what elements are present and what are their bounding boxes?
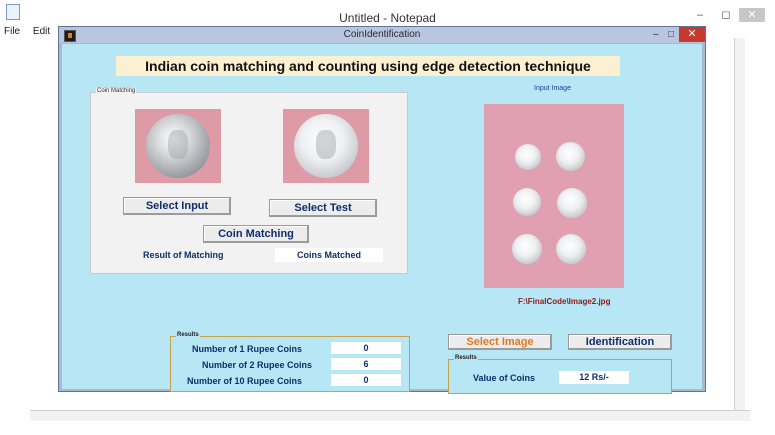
coin-5 — [512, 234, 542, 264]
select-input-button[interactable]: Select Input — [123, 197, 231, 215]
notepad-close-button[interactable]: ✕ — [739, 8, 765, 22]
notepad-vertical-scrollbar[interactable] — [734, 38, 745, 410]
value-of-coins-label: Value of Coins — [473, 373, 536, 383]
notepad-minimize-button[interactable]: – — [687, 8, 713, 22]
page-title: Indian coin matching and counting using … — [116, 56, 620, 76]
coin-1 — [515, 144, 541, 170]
figure-title: CoinIdentification — [343, 29, 421, 40]
input-coin-image — [135, 109, 221, 183]
notepad-title: Untitled - Notepad — [339, 11, 436, 25]
coin-4 — [557, 188, 587, 218]
input-image-path: F:\FinalCode\Image2.jpg — [518, 297, 611, 306]
coin-matching-button[interactable]: Coin Matching — [203, 225, 309, 243]
results-legend: Results — [176, 332, 200, 338]
notepad-maximize-button[interactable]: ◻ — [713, 8, 739, 22]
notepad-menu-bar: File Edit — [4, 26, 60, 37]
input-coin — [146, 114, 210, 178]
notepad-title-bar: Untitled - Notepad – ◻ ✕ — [0, 0, 775, 25]
coin-emblem-icon — [168, 130, 188, 159]
value-of-coins-value: 12 Rs/- — [559, 371, 629, 384]
one-rupee-label: Number of 1 Rupee Coins — [192, 344, 303, 354]
two-rupee-count: 6 — [331, 358, 401, 370]
select-test-button[interactable]: Select Test — [269, 199, 377, 217]
input-image — [484, 104, 624, 288]
ten-rupee-label: Number of 10 Rupee Coins — [187, 376, 303, 386]
select-image-button[interactable]: Select Image — [448, 334, 552, 350]
figure-canvas: Indian coin matching and counting using … — [62, 44, 702, 394]
test-coin-image — [283, 109, 369, 183]
coin-matching-legend: Coin Matching — [96, 88, 137, 94]
figure-minimize-button[interactable]: – — [653, 29, 659, 40]
result-of-matching-label: Result of Matching — [143, 250, 224, 260]
figure-title-bar: CoinIdentification – □ ✕ — [59, 27, 705, 43]
menu-file[interactable]: File — [4, 26, 20, 37]
identification-button[interactable]: Identification — [568, 334, 672, 350]
coin-2 — [556, 142, 585, 171]
coin-3 — [513, 188, 541, 216]
results-panel: Results Number of 1 Rupee Coins 0 Number… — [170, 332, 410, 392]
menu-edit[interactable]: Edit — [33, 26, 50, 37]
coin-matching-panel: Coin Matching Select Input Select Test C… — [90, 88, 408, 274]
one-rupee-count: 0 — [331, 342, 401, 354]
input-image-label: Input Image — [534, 85, 571, 92]
test-coin — [294, 114, 358, 178]
notepad-horizontal-scrollbar[interactable] — [30, 410, 750, 421]
coin-identification-window: CoinIdentification – □ ✕ Indian coin mat… — [58, 26, 706, 394]
coin-6 — [556, 234, 586, 264]
result-of-matching-value: Coins Matched — [275, 248, 383, 262]
value-results-legend: Results — [454, 355, 478, 361]
coin-emblem-icon — [316, 130, 336, 159]
ten-rupee-count: 0 — [331, 374, 401, 386]
value-panel: Results Value of Coins 12 Rs/- — [448, 355, 672, 394]
figure-maximize-button[interactable]: □ — [668, 29, 674, 40]
two-rupee-label: Number of 2 Rupee Coins — [202, 360, 313, 370]
figure-close-button[interactable]: ✕ — [679, 27, 705, 42]
